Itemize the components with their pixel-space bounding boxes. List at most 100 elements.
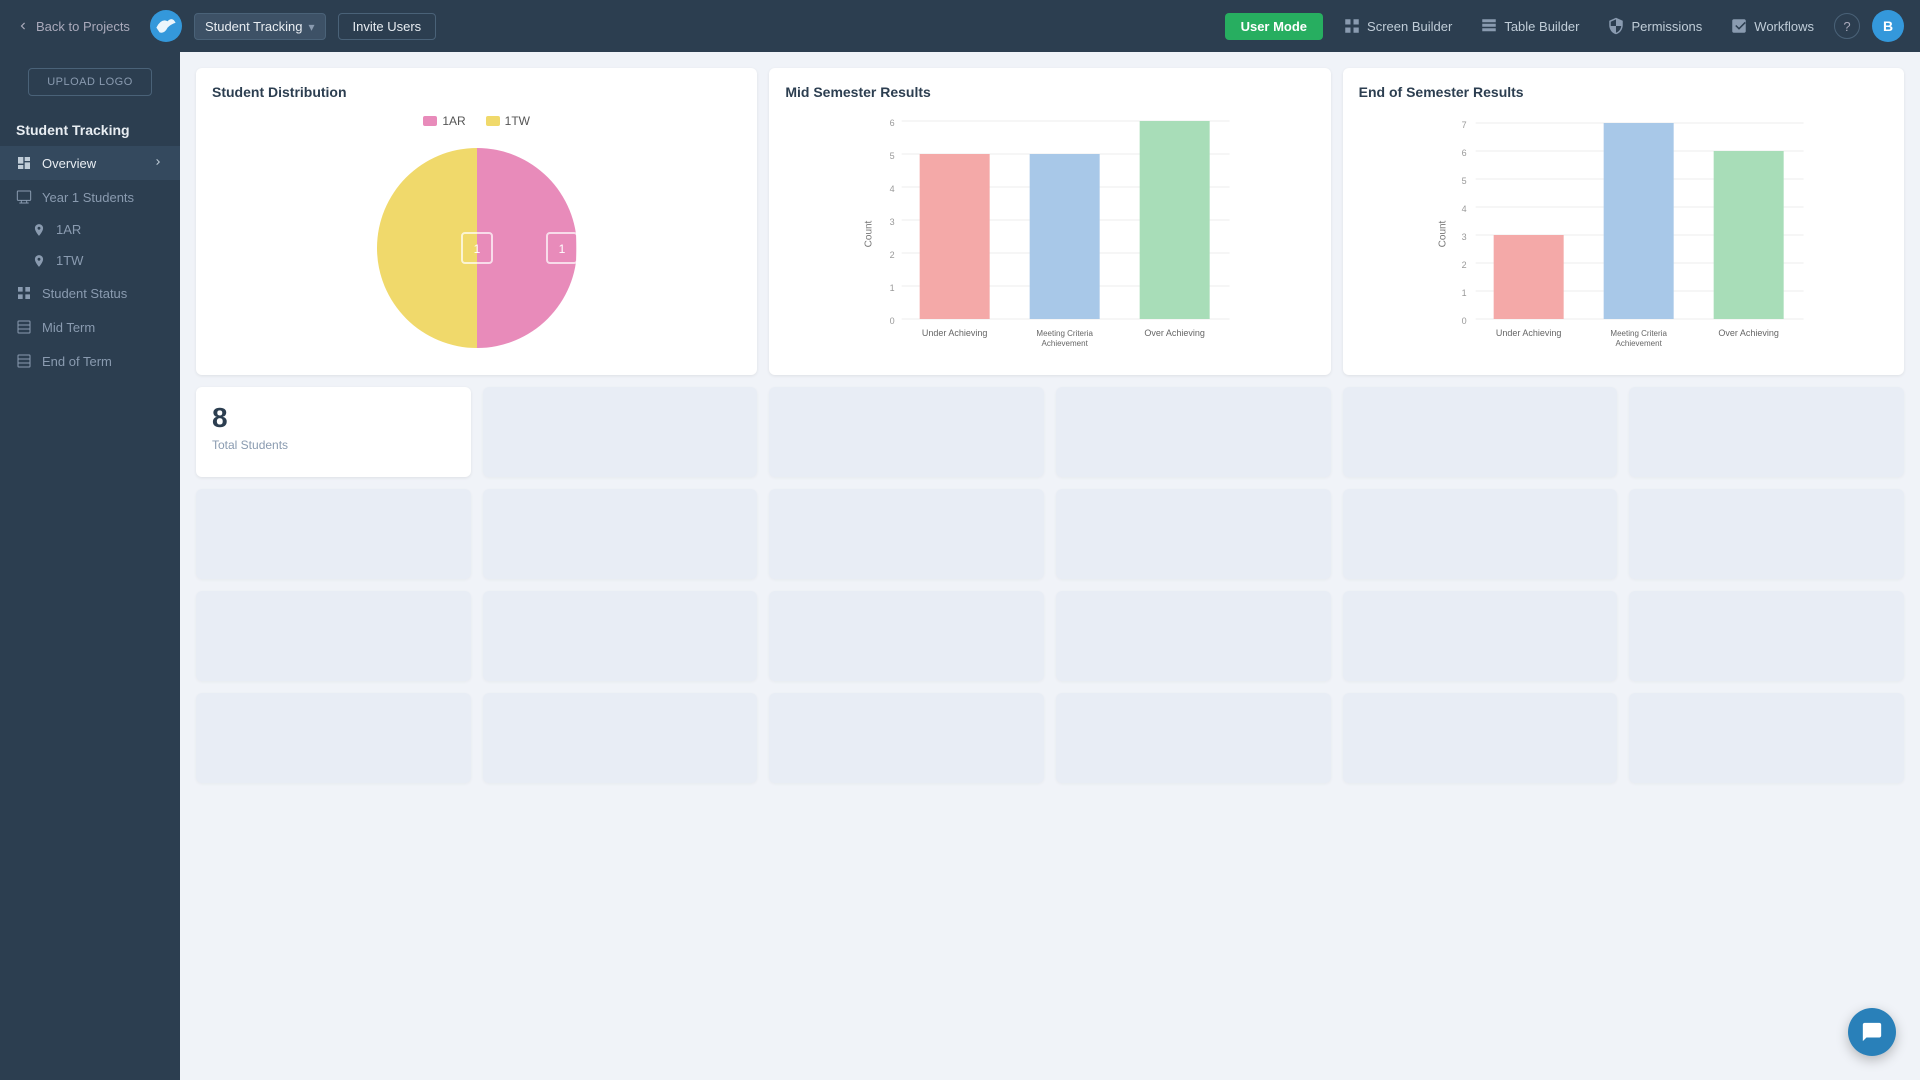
placeholder-card-5: [1629, 387, 1904, 477]
svg-text:1: 1: [558, 242, 565, 256]
legend-1tw-label: 1TW: [505, 114, 530, 128]
ph-3-5: [1343, 591, 1618, 681]
placeholder-row-3: [196, 591, 1904, 681]
ph-4-3: [769, 693, 1044, 783]
svg-text:6: 6: [1461, 148, 1466, 158]
svg-text:Meeting Criteria: Meeting Criteria: [1037, 329, 1094, 338]
placeholder-row-4: [196, 693, 1904, 783]
project-dropdown[interactable]: Student Tracking: [194, 13, 326, 40]
svg-text:2: 2: [890, 250, 895, 260]
upload-logo-button[interactable]: UPLOAD LOGO: [28, 68, 152, 96]
dropdown-arrow: [309, 19, 315, 34]
main-content: Student Distribution 1AR 1TW: [180, 52, 1920, 1080]
legend-1tw-dot: [486, 116, 500, 126]
svg-text:3: 3: [890, 217, 895, 227]
help-button[interactable]: ?: [1834, 13, 1860, 39]
sidebar-item-year1students[interactable]: Year 1 Students: [0, 180, 180, 214]
avatar[interactable]: B: [1872, 10, 1904, 42]
ph-2-2: [483, 489, 758, 579]
ph-3-6: [1629, 591, 1904, 681]
svg-text:1: 1: [473, 242, 480, 256]
sidebar-item-mid-term[interactable]: Mid Term: [0, 310, 180, 344]
svg-text:Over Achieving: Over Achieving: [1145, 328, 1206, 338]
svg-text:Count: Count: [1437, 220, 1448, 247]
app-logo: [150, 10, 182, 42]
ph-3-1: [196, 591, 471, 681]
legend-1tw: 1TW: [486, 114, 530, 128]
svg-text:5: 5: [890, 151, 895, 161]
svg-text:2: 2: [1461, 260, 1466, 270]
ph-3-2: [483, 591, 758, 681]
total-students-number: 8: [212, 403, 455, 434]
distribution-title: Student Distribution: [212, 84, 741, 100]
ph-4-1: [196, 693, 471, 783]
svg-text:Meeting Criteria: Meeting Criteria: [1610, 329, 1667, 338]
svg-text:4: 4: [890, 184, 895, 194]
workflows-tool[interactable]: Workflows: [1722, 17, 1822, 35]
sidebar-item-1tw[interactable]: 1TW: [0, 245, 180, 276]
total-students-label: Total Students: [212, 438, 455, 452]
svg-text:4: 4: [1461, 204, 1466, 214]
svg-text:0: 0: [1461, 316, 1466, 326]
svg-text:3: 3: [1461, 232, 1466, 242]
end-semester-bar-chart: Count 0 1 2 3 4 5 6 7: [1359, 114, 1888, 354]
ph-2-4: [1056, 489, 1331, 579]
ph-2-6: [1629, 489, 1904, 579]
user-mode-button[interactable]: User Mode: [1225, 13, 1323, 40]
mid-semester-bar-chart: Count 0 1 2 3 4 5 6: [785, 114, 1314, 354]
sidebar-item-student-status[interactable]: Student Status: [0, 276, 180, 310]
permissions-tool[interactable]: Permissions: [1599, 17, 1710, 35]
svg-text:Under Achieving: Under Achieving: [1496, 328, 1562, 338]
svg-text:Achievement: Achievement: [1615, 339, 1662, 348]
svg-text:Under Achieving: Under Achieving: [922, 328, 988, 338]
legend-1ar-dot: [423, 116, 437, 126]
placeholder-card-1: [483, 387, 758, 477]
screen-builder-tool[interactable]: Screen Builder: [1335, 17, 1460, 35]
mid-semester-chart-card: Mid Semester Results Count 0 1 2 3 4 5 6: [769, 68, 1330, 375]
ph-4-6: [1629, 693, 1904, 783]
sidebar-app-title: Student Tracking: [0, 112, 180, 146]
pie-chart-svg: 1 1: [347, 138, 607, 358]
svg-text:5: 5: [1461, 176, 1466, 186]
ph-4-4: [1056, 693, 1331, 783]
total-students-card: 8 Total Students: [196, 387, 471, 477]
charts-row: Student Distribution 1AR 1TW: [196, 68, 1904, 375]
ph-2-1: [196, 489, 471, 579]
pie-container: 1AR 1TW: [212, 114, 741, 358]
sidebar: UPLOAD LOGO Student Tracking Overview Ye…: [0, 52, 180, 1080]
overview-arrow: [152, 156, 164, 171]
mid-semester-title: Mid Semester Results: [785, 84, 1314, 100]
svg-text:0: 0: [890, 316, 895, 326]
ph-4-5: [1343, 693, 1618, 783]
stats-grid: 8 Total Students: [196, 387, 1904, 477]
back-button[interactable]: Back to Projects: [16, 19, 130, 34]
placeholder-card-2: [769, 387, 1044, 477]
placeholder-card-3: [1056, 387, 1331, 477]
end-semester-title: End of Semester Results: [1359, 84, 1888, 100]
chat-button[interactable]: [1848, 1008, 1896, 1056]
table-builder-tool[interactable]: Table Builder: [1472, 17, 1587, 35]
placeholder-row-2: [196, 489, 1904, 579]
sidebar-item-1ar[interactable]: 1AR: [0, 214, 180, 245]
sidebar-item-end-of-term[interactable]: End of Term: [0, 344, 180, 378]
ph-2-3: [769, 489, 1044, 579]
end-semester-chart-card: End of Semester Results Count 0 1 2 3 4 …: [1343, 68, 1904, 375]
main-layout: UPLOAD LOGO Student Tracking Overview Ye…: [0, 52, 1920, 1080]
placeholder-card-4: [1343, 387, 1618, 477]
ph-4-2: [483, 693, 758, 783]
svg-text:6: 6: [890, 118, 895, 128]
svg-text:7: 7: [1461, 120, 1466, 130]
legend-1ar-label: 1AR: [442, 114, 465, 128]
invite-users-button[interactable]: Invite Users: [338, 13, 437, 40]
svg-text:Over Achieving: Over Achieving: [1718, 328, 1779, 338]
legend-1ar: 1AR: [423, 114, 465, 128]
top-nav: Back to Projects Student Tracking Invite…: [0, 0, 1920, 52]
distribution-chart-card: Student Distribution 1AR 1TW: [196, 68, 757, 375]
svg-text:1: 1: [1461, 288, 1466, 298]
ph-2-5: [1343, 489, 1618, 579]
ph-3-4: [1056, 591, 1331, 681]
ph-3-3: [769, 591, 1044, 681]
svg-text:Achievement: Achievement: [1042, 339, 1089, 348]
sidebar-item-overview[interactable]: Overview: [0, 146, 180, 180]
svg-text:1: 1: [890, 283, 895, 293]
